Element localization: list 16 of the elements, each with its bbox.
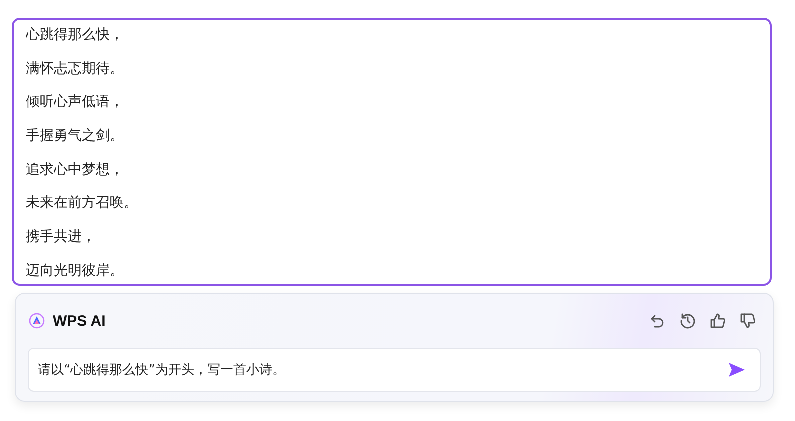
poem-line: 迈向光明彼岸。	[26, 262, 125, 281]
poem-line: 未来在前方召唤。	[26, 194, 139, 214]
history-icon[interactable]	[679, 312, 697, 330]
poem-line: 倾听心声低语，	[26, 93, 125, 112]
poem-line: 追求心中梦想，	[26, 160, 125, 180]
poem-line: 手握勇气之剑。	[26, 127, 125, 146]
poem-line: 心跳得那么快，	[26, 26, 125, 45]
poem-line: 满怀忐忑期待。	[26, 60, 125, 79]
logo-icon	[29, 313, 45, 329]
poem-line: 携手共进，	[26, 228, 97, 248]
send-icon[interactable]	[728, 362, 746, 378]
panel-title: WPS AI	[53, 312, 106, 330]
thumbs-down-icon[interactable]	[739, 312, 757, 330]
prompt-field[interactable]: 请以“心跳得那么快”为开头，写一首小诗。	[28, 348, 761, 392]
text-editor[interactable]: 心跳得那么快， 满怀忐忑期待。 倾听心声低语， 手握勇气之剑。 追求心中梦想， 未来在前方召唤。 携手共进， 迈向光明彼岸。	[12, 18, 772, 286]
thumbs-up-icon[interactable]	[709, 312, 727, 330]
